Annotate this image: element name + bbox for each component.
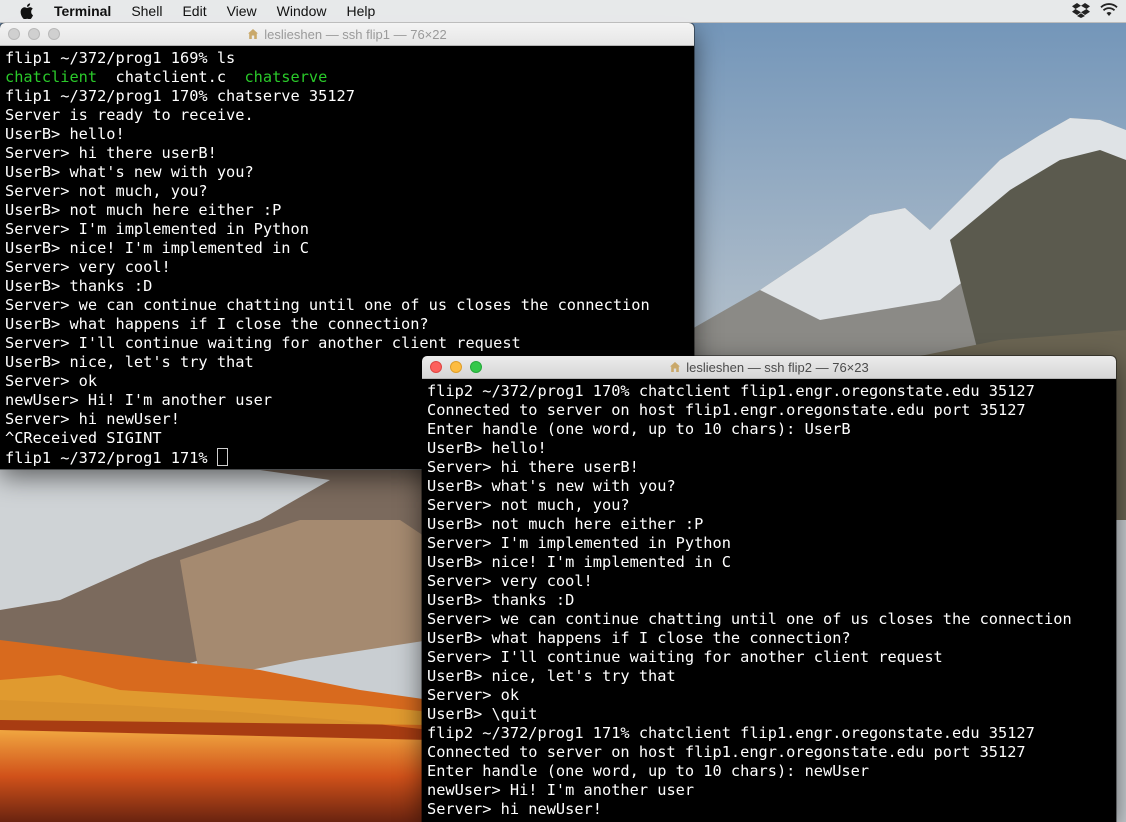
terminal-line: UserB> not much here either :P bbox=[427, 515, 704, 533]
window-controls bbox=[8, 28, 60, 40]
ls-file-executable: chatclient bbox=[5, 68, 98, 86]
terminal-line: Server is ready to receive. bbox=[5, 106, 254, 124]
minimize-button[interactable] bbox=[28, 28, 40, 40]
dropbox-icon[interactable] bbox=[1072, 2, 1090, 21]
terminal-line: Enter handle (one word, up to 10 chars):… bbox=[427, 762, 870, 780]
terminal-line: UserB> what happens if I close the conne… bbox=[5, 315, 429, 333]
wifi-icon[interactable] bbox=[1100, 3, 1118, 20]
terminal-line: Server> I'll continue waiting for anothe… bbox=[5, 334, 521, 352]
zoom-button[interactable] bbox=[48, 28, 60, 40]
terminal-line: Server> we can continue chatting until o… bbox=[5, 296, 650, 314]
terminal-line: UserB> what's new with you? bbox=[427, 477, 676, 495]
window-titlebar[interactable]: leslieshen — ssh flip1 — 76×22 bbox=[0, 23, 694, 46]
terminal-output[interactable]: flip2 ~/372/prog1 170% chatclient flip1.… bbox=[422, 379, 1116, 822]
terminal-line: Connected to server on host flip1.engr.o… bbox=[427, 401, 1026, 419]
terminal-line: UserB> not much here either :P bbox=[5, 201, 282, 219]
zoom-button[interactable] bbox=[470, 361, 482, 373]
terminal-line: flip2 ~/372/prog1 171% chatclient flip1.… bbox=[427, 724, 1035, 742]
window-title: leslieshen — ssh flip1 — 76×22 bbox=[264, 26, 447, 42]
terminal-line: Server> I'm implemented in Python bbox=[5, 220, 309, 238]
ls-output-line: chatclient chatclient.c chatserve bbox=[5, 68, 694, 87]
ls-file: chatclient.c bbox=[115, 68, 227, 86]
terminal-line: Server> we can continue chatting until o… bbox=[427, 610, 1072, 628]
home-folder-icon bbox=[247, 28, 259, 40]
menu-app-terminal[interactable]: Terminal bbox=[54, 3, 111, 19]
terminal-line: Server> I'm implemented in Python bbox=[427, 534, 731, 552]
terminal-line: flip1 ~/372/prog1 170% chatserve 35127 bbox=[5, 87, 355, 105]
terminal-line: Server> ok bbox=[427, 686, 520, 704]
terminal-line: Server> hi newUser! bbox=[427, 800, 602, 818]
menu-help[interactable]: Help bbox=[346, 3, 375, 19]
close-button[interactable] bbox=[8, 28, 20, 40]
minimize-button[interactable] bbox=[450, 361, 462, 373]
window-title: leslieshen — ssh flip2 — 76×23 bbox=[686, 359, 869, 375]
menu-edit[interactable]: Edit bbox=[182, 3, 206, 19]
window-controls bbox=[430, 361, 482, 373]
terminal-line: Server> very cool! bbox=[5, 258, 171, 276]
close-button[interactable] bbox=[430, 361, 442, 373]
menu-bar: Terminal Shell Edit View Window Help bbox=[0, 0, 1126, 23]
terminal-line: Server> I'll continue waiting for anothe… bbox=[427, 648, 943, 666]
terminal-line: Server> not much, you? bbox=[5, 182, 208, 200]
apple-menu-icon[interactable] bbox=[20, 3, 36, 19]
terminal-window-flip2[interactable]: leslieshen — ssh flip2 — 76×23 flip2 ~/3… bbox=[422, 356, 1116, 822]
prompt-text: flip1 ~/372/prog1 171% bbox=[5, 449, 217, 467]
terminal-line: UserB> hello! bbox=[427, 439, 547, 457]
terminal-line: UserB> what's new with you? bbox=[5, 163, 254, 181]
terminal-line: Server> not much, you? bbox=[427, 496, 630, 514]
terminal-line: Enter handle (one word, up to 10 chars):… bbox=[427, 420, 851, 438]
terminal-line: UserB> thanks :D bbox=[5, 277, 153, 295]
terminal-line: Server> hi there userB! bbox=[427, 458, 639, 476]
terminal-line: flip2 ~/372/prog1 170% chatclient flip1.… bbox=[427, 382, 1035, 400]
window-titlebar[interactable]: leslieshen — ssh flip2 — 76×23 bbox=[422, 356, 1116, 379]
terminal-line: UserB> nice, let's try that bbox=[427, 667, 676, 685]
menu-window[interactable]: Window bbox=[277, 3, 327, 19]
terminal-line: Server> hi there userB! bbox=[5, 144, 217, 162]
terminal-line: flip1 ~/372/prog1 169% ls bbox=[5, 49, 236, 67]
terminal-line: newUser> Hi! I'm another user bbox=[427, 781, 695, 799]
terminal-line: UserB> what happens if I close the conne… bbox=[427, 629, 851, 647]
menu-view[interactable]: View bbox=[227, 3, 257, 19]
terminal-cursor bbox=[216, 448, 228, 466]
terminal-line: UserB> hello! bbox=[5, 125, 125, 143]
menu-shell[interactable]: Shell bbox=[131, 3, 162, 19]
ls-file-executable: chatserve bbox=[244, 68, 328, 86]
terminal-line: UserB> thanks :D bbox=[427, 591, 575, 609]
terminal-line: Server> very cool! bbox=[427, 572, 593, 590]
terminal-line: UserB> nice! I'm implemented in C bbox=[5, 239, 309, 257]
terminal-line: UserB> nice! I'm implemented in C bbox=[427, 553, 731, 571]
home-folder-icon bbox=[669, 361, 681, 373]
terminal-line: UserB> \quit bbox=[427, 705, 538, 723]
terminal-line: Connected to server on host flip1.engr.o… bbox=[427, 743, 1026, 761]
